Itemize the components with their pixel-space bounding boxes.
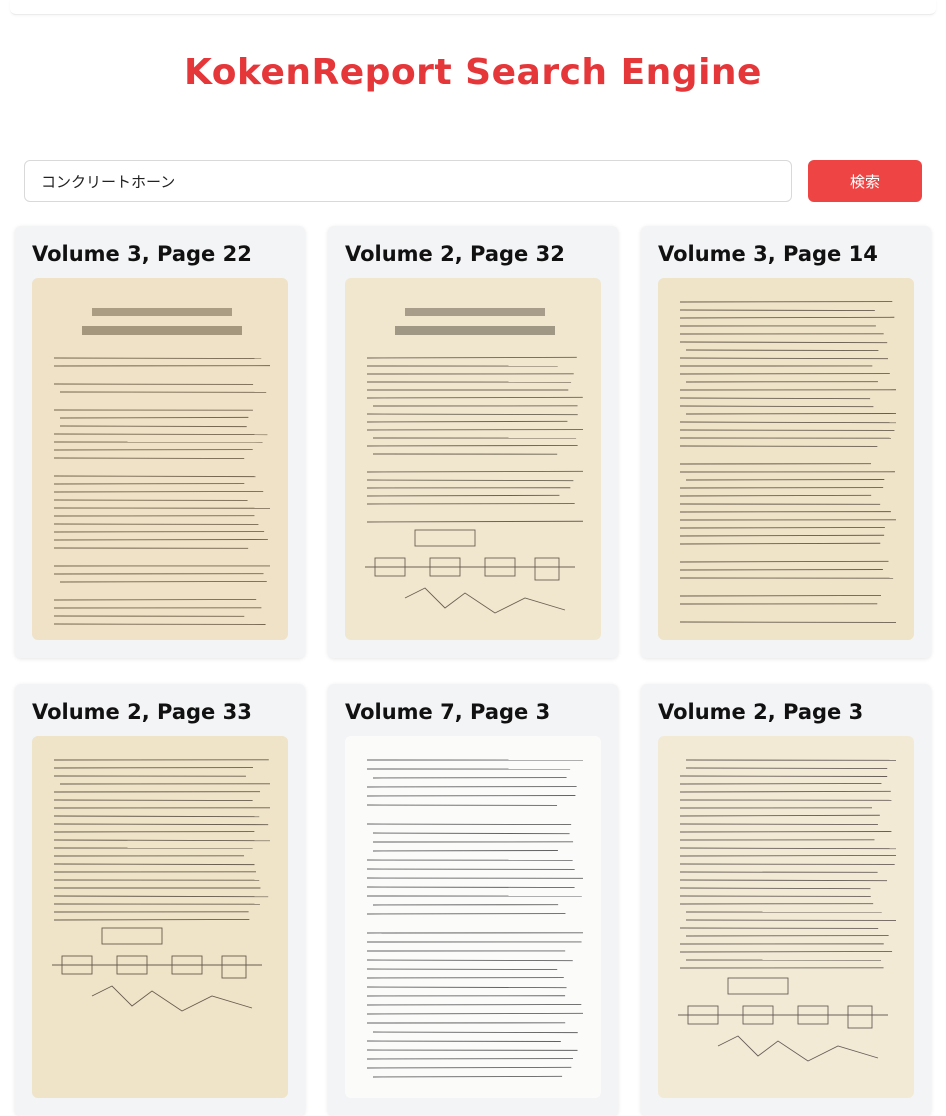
result-title[interactable]: Volume 3, Page 22 — [32, 242, 252, 266]
result-title[interactable]: Volume 2, Page 3 — [658, 700, 863, 724]
result-card[interactable]: Volume 3, Page 22 — [15, 226, 305, 658]
top-nav-bar — [10, 0, 936, 15]
page-title: KokenReport Search Engine — [0, 52, 946, 93]
result-card[interactable]: Volume 3, Page 14 — [641, 226, 931, 658]
page-thumbnail[interactable] — [32, 278, 288, 640]
scanned-page-image — [345, 278, 601, 640]
result-title[interactable]: Volume 7, Page 3 — [345, 700, 550, 724]
scanned-page-image — [345, 736, 601, 1098]
result-title[interactable]: Volume 2, Page 32 — [345, 242, 565, 266]
search-button[interactable]: 検索 — [808, 160, 922, 202]
page-thumbnail[interactable] — [658, 736, 914, 1098]
scanned-page-image — [658, 278, 914, 640]
scanned-page-image — [32, 278, 288, 640]
result-title[interactable]: Volume 2, Page 33 — [32, 700, 252, 724]
result-card[interactable]: Volume 2, Page 32 — [328, 226, 618, 658]
result-card[interactable]: Volume 2, Page 3 — [641, 684, 931, 1116]
page-thumbnail[interactable] — [32, 736, 288, 1098]
search-input[interactable] — [24, 160, 792, 202]
scanned-page-image — [658, 736, 914, 1098]
page-thumbnail[interactable] — [658, 278, 914, 640]
page-thumbnail[interactable] — [345, 278, 601, 640]
result-card[interactable]: Volume 7, Page 3 — [328, 684, 618, 1116]
page-thumbnail[interactable] — [345, 736, 601, 1098]
results-grid: Volume 3, Page 22 Volume 2, Page 32 Volu… — [15, 226, 931, 1116]
result-card[interactable]: Volume 2, Page 33 — [15, 684, 305, 1116]
scanned-page-image — [32, 736, 288, 1098]
result-title[interactable]: Volume 3, Page 14 — [658, 242, 878, 266]
